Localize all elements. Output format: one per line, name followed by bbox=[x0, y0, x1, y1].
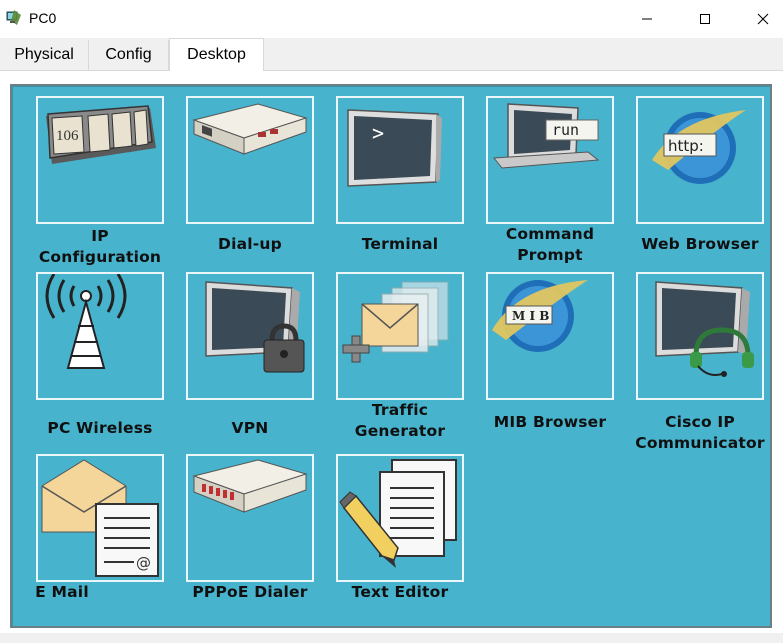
app-label: Web Browser bbox=[641, 235, 759, 253]
web-browser-icon: http: bbox=[652, 110, 746, 184]
tab-config[interactable]: Config bbox=[89, 40, 169, 70]
app-traffic-generator-tile[interactable] bbox=[336, 272, 464, 400]
app-mib-browser-tile[interactable]: M I B bbox=[486, 272, 614, 400]
app-cisco-ip-communicator-tile[interactable] bbox=[636, 272, 764, 400]
wireless-antenna-icon bbox=[45, 274, 127, 369]
email-icon: @ bbox=[41, 459, 159, 577]
app-text-editor-tile[interactable] bbox=[336, 454, 464, 582]
svg-text:@: @ bbox=[136, 554, 151, 572]
pppoe-dialer-icon bbox=[192, 459, 308, 513]
pc-device-icon bbox=[6, 10, 21, 25]
run-badge-text: run bbox=[552, 121, 579, 139]
minimize-icon bbox=[642, 18, 652, 20]
app-command-prompt-tile[interactable]: run bbox=[486, 96, 614, 224]
app-pppoe-dialer-tile[interactable] bbox=[186, 454, 314, 582]
app-label: E Mail bbox=[35, 583, 89, 601]
ip-config-display-text: 106 bbox=[56, 128, 79, 144]
tab-physical[interactable]: Physical bbox=[0, 40, 89, 70]
traffic-generator-icon bbox=[342, 281, 449, 363]
title-bar: PC0 bbox=[0, 0, 783, 38]
close-button[interactable] bbox=[734, 0, 783, 38]
app-email-tile[interactable]: @ bbox=[36, 454, 164, 582]
window-title: PC0 bbox=[29, 10, 57, 26]
app-web-browser-tile[interactable]: http: bbox=[636, 96, 764, 224]
svg-text:>: > bbox=[372, 121, 384, 145]
app-dial-up-tile[interactable] bbox=[186, 96, 314, 224]
app-vpn-tile[interactable] bbox=[186, 272, 314, 400]
text-editor-icon bbox=[339, 459, 457, 568]
command-prompt-icon: run bbox=[493, 103, 600, 169]
app-label: Cisco IP Communicator bbox=[635, 413, 765, 452]
minimize-button[interactable] bbox=[618, 0, 676, 38]
tab-bar: Physical Config Desktop bbox=[0, 38, 783, 71]
ip-configuration-icon: 106 bbox=[46, 105, 156, 164]
app-pc-wireless-tile[interactable] bbox=[36, 272, 164, 400]
desktop-frame: 106 IP Configuration Dial-up > Terminal … bbox=[0, 71, 783, 643]
tab-desktop[interactable]: Desktop bbox=[169, 38, 264, 71]
ip-communicator-headset-icon bbox=[655, 281, 754, 377]
mib-badge-text: M I B bbox=[512, 309, 549, 323]
maximize-icon bbox=[700, 14, 710, 24]
close-icon bbox=[757, 13, 769, 25]
mib-browser-icon: M I B bbox=[492, 280, 588, 352]
terminal-icon: > bbox=[347, 109, 442, 187]
desktop-area: 106 IP Configuration Dial-up > Terminal … bbox=[10, 84, 772, 628]
app-terminal-tile[interactable]: > bbox=[336, 96, 464, 224]
app-label: Text Editor bbox=[351, 583, 449, 601]
modem-icon bbox=[192, 103, 308, 155]
maximize-button[interactable] bbox=[676, 0, 734, 38]
vpn-lock-icon bbox=[205, 281, 305, 373]
status-strip bbox=[0, 633, 783, 643]
http-badge-text: http: bbox=[668, 137, 704, 155]
app-ip-configuration-tile[interactable]: 106 bbox=[36, 96, 164, 224]
